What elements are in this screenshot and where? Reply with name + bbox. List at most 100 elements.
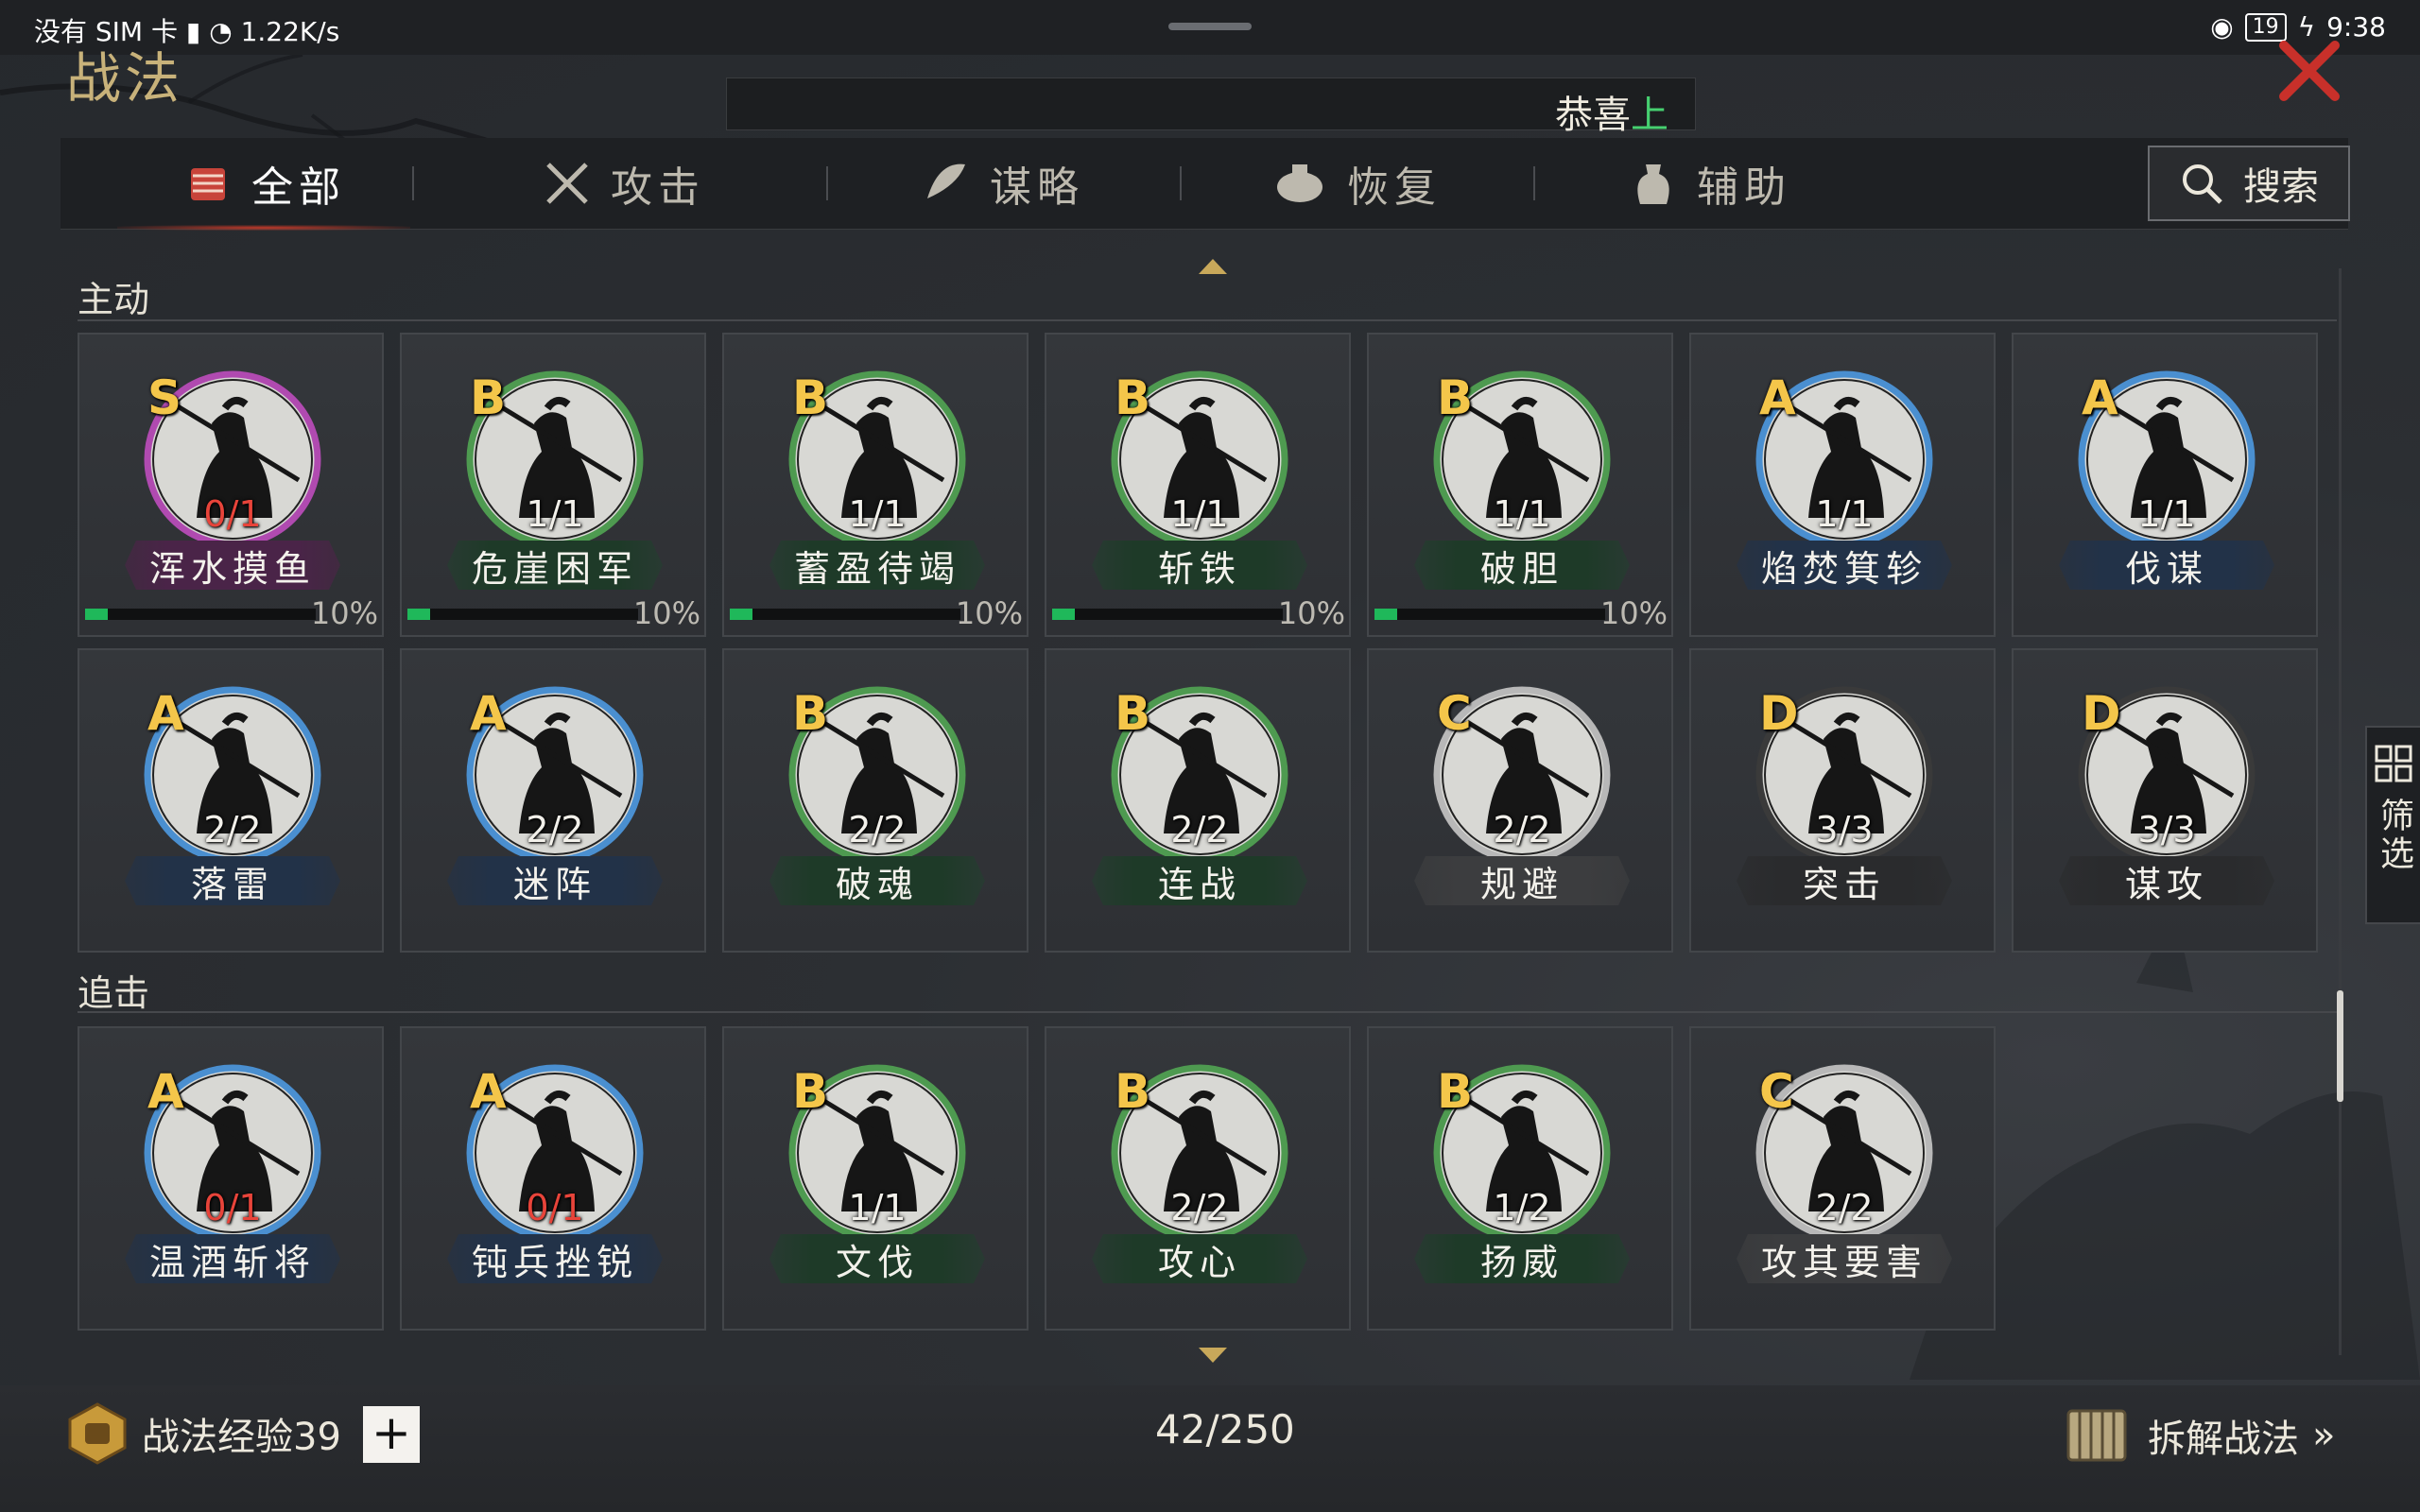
grade-badge: C [1759,1064,1794,1119]
tactic-card[interactable]: B 1/1 文伐 [722,1026,1028,1331]
owned-count: 3/3 [2137,809,2196,850]
grade-badge: A [470,686,507,741]
owned-count: 2/2 [1493,809,1551,850]
scroll-down-arrow-icon[interactable] [1197,1346,1229,1365]
tactic-card[interactable]: D 3/3 谋攻 [2012,648,2318,953]
system-status-bar: 没有 SIM 卡 ▮ ◔ 1.22K/s ◉ 19 ϟ 9:38 [0,0,2420,55]
tactic-card[interactable]: A 1/1 焰焚箕轸 [1689,333,1996,637]
owned-count: 1/1 [526,493,584,535]
tactic-name: 焰焚箕轸 [1737,541,1952,590]
battery-icon: 19 [2244,12,2287,42]
tab-label: 恢复 [1347,163,1442,212]
owned-count: 1/1 [848,493,907,535]
filter-label: 筛选 [2375,798,2413,873]
owned-count: 0/1 [526,1187,584,1228]
marquee-highlight: 上 [1631,94,1668,137]
close-icon [2279,41,2340,101]
tab-label: 谋略 [990,163,1084,212]
section-divider [78,1011,2337,1013]
owned-count: 1/1 [1493,493,1551,535]
tactic-card[interactable]: B 2/2 破魂 [722,648,1028,953]
owned-count: 2/2 [1170,809,1229,850]
tactic-card[interactable]: B 2/2 连战 [1045,648,1351,953]
page-title: 战法 [66,46,184,111]
tab-support[interactable]: 辅助 [1533,138,1885,229]
tactic-card[interactable]: D 3/3 突击 [1689,648,1996,953]
feather-fan-icon [927,163,965,198]
scrollbar-track[interactable] [2339,268,2342,1355]
tactic-card[interactable]: A 0/1 温酒斩将 [78,1026,384,1331]
tactic-card[interactable]: B 2/2 攻心 [1045,1026,1351,1331]
progress-fill [407,609,431,620]
tactic-name: 伐谋 [2059,541,2274,590]
tab-all[interactable]: 全部 [117,138,410,231]
grade-badge: B [1437,370,1474,425]
next-section-peek: ▪ [78,1340,102,1353]
tab-attack[interactable]: 攻击 [476,138,769,229]
add-exp-button[interactable]: + [363,1406,420,1463]
fist-emblem-icon [68,1402,127,1465]
pouch-icon [1637,164,1669,204]
tab-strategy[interactable]: 谋略 [826,138,1178,229]
grid-filter-icon [2375,745,2412,782]
tactic-card[interactable]: A 0/1 钝兵挫锐 [400,1026,706,1331]
owned-count: 1/1 [848,1187,907,1228]
owned-count: 1/1 [1815,493,1874,535]
grade-badge: A [147,1064,184,1119]
owned-count: 2/2 [1170,1187,1229,1228]
progress-percent: 10% [955,595,1023,631]
upgrade-progress-bar [1052,609,1283,620]
tab-recovery[interactable]: 恢复 [1180,138,1531,229]
tactic-card[interactable]: A 2/2 迷阵 [400,648,706,953]
tactic-name: 攻心 [1092,1234,1307,1283]
announcement-marquee: 恭喜上 [726,77,1696,137]
tactic-card[interactable]: B 1/1 破胆 10% [1367,333,1673,637]
owned-count: 2/2 [1815,1187,1874,1228]
grade-badge: C [1437,686,1472,741]
close-button[interactable] [2276,38,2342,104]
decompose-tactics-button[interactable]: 拆解战法 » [2059,1397,2335,1474]
section-divider [78,319,2337,321]
tactic-card[interactable]: C 2/2 规避 [1367,648,1673,953]
scrollbar-thumb[interactable] [2337,990,2343,1102]
progress-fill [1052,609,1076,620]
grade-badge: B [1437,1064,1474,1119]
upgrade-progress-bar [85,609,316,620]
category-tabs: 全部 攻击 谋略 恢复 辅助 [60,138,2348,231]
search-button[interactable]: 搜索 [2148,146,2350,221]
tactic-name: 攻其要害 [1737,1234,1952,1283]
tactic-card[interactable]: B 1/1 危崖困军 10% [400,333,706,637]
double-chevron-right-icon: » [2312,1414,2336,1457]
grade-badge: B [1115,1064,1151,1119]
grade-badge: B [792,1064,829,1119]
grade-badge: A [1759,370,1796,425]
tactic-name: 落雷 [125,856,340,905]
progress-fill [730,609,753,620]
tab-divider [412,166,414,200]
marquee-text: 恭喜上 [1555,84,1668,139]
tactic-name: 危崖困军 [447,541,663,590]
progress-percent: 10% [1277,595,1345,631]
filter-button[interactable]: 筛选 [2365,726,2420,924]
tactic-card[interactable]: A 2/2 落雷 [78,648,384,953]
grade-badge: A [147,686,184,741]
owned-count: 2/2 [848,809,907,850]
owned-count: 2/2 [203,809,262,850]
drag-handle[interactable] [1168,23,1252,30]
grade-badge: S [147,370,182,425]
tactic-card[interactable]: C 2/2 攻其要害 [1689,1026,1996,1331]
tactic-card[interactable]: B 1/2 扬威 [1367,1026,1673,1331]
tactic-name: 温酒斩将 [125,1234,340,1283]
tactic-card[interactable]: A 1/1 伐谋 [2012,333,2318,637]
upgrade-progress-bar [407,609,638,620]
tactic-name: 蓄盈待竭 [769,541,985,590]
tactic-name: 扬威 [1414,1234,1630,1283]
tactic-card[interactable]: S 0/1 浑水摸鱼 10% [78,333,384,637]
tab-label: 辅助 [1697,163,1791,212]
progress-percent: 10% [310,595,378,631]
tactic-card[interactable]: B 1/1 蓄盈待竭 10% [722,333,1028,637]
scroll-up-arrow-icon[interactable] [1197,257,1229,276]
tactic-card[interactable]: B 1/1 斩铁 10% [1045,333,1351,637]
tactic-name: 规避 [1414,856,1630,905]
section-title-active: 主动 [78,279,150,320]
